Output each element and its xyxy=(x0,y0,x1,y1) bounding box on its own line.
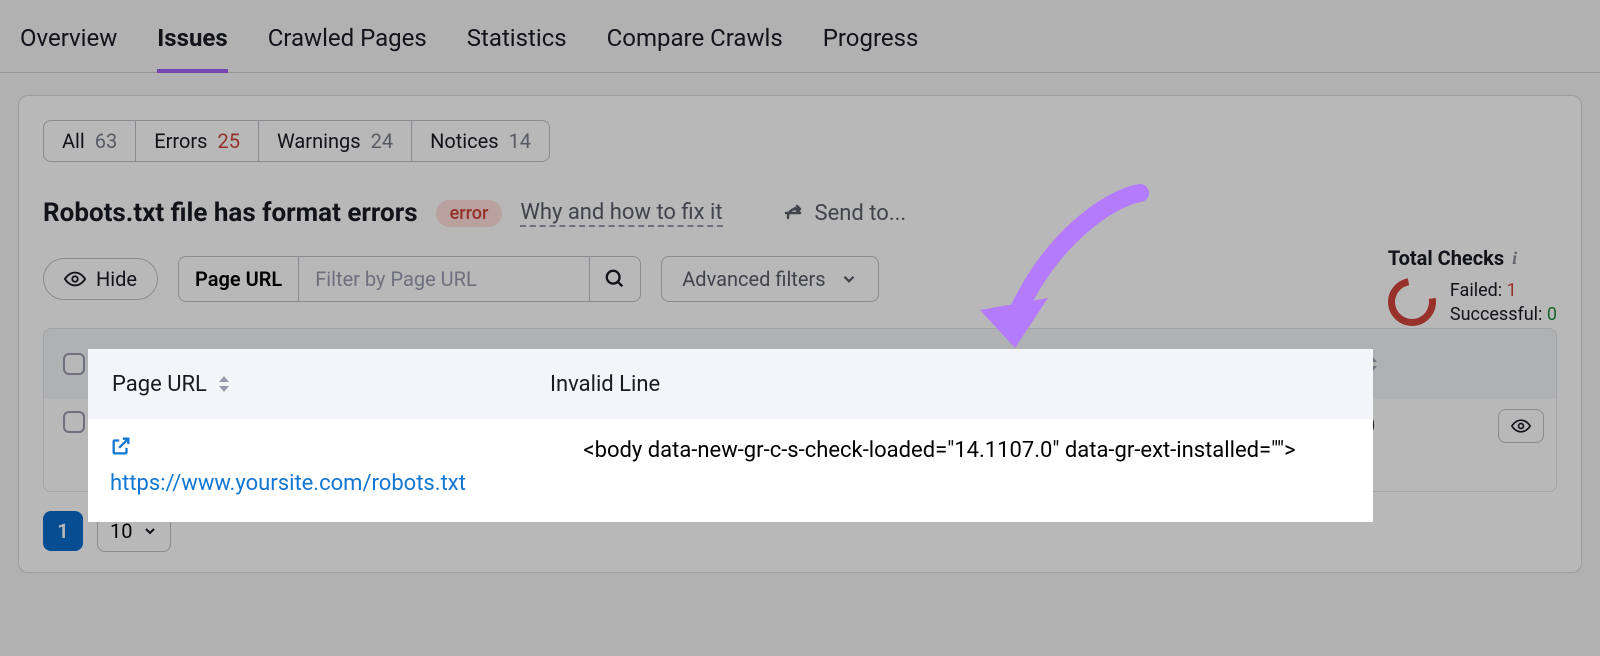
highlight-callout: Page URL Invalid Line https://www.yoursi… xyxy=(88,349,1373,522)
filter-notices-count: 14 xyxy=(509,129,531,153)
successful-line: Successful: 0 xyxy=(1450,304,1557,325)
page-1-button[interactable]: 1 xyxy=(43,511,83,551)
hl-row: https://www.yoursite.com/robots.txt <bod… xyxy=(88,419,1373,522)
eye-icon xyxy=(1509,416,1533,436)
failed-label: Failed: xyxy=(1450,280,1502,301)
severity-badge: error xyxy=(436,200,503,227)
filter-warnings-label: Warnings xyxy=(277,129,361,153)
filter-errors-label: Errors xyxy=(154,129,207,153)
send-to-button[interactable]: Send to... xyxy=(781,201,907,226)
url-filter-group: Page URL xyxy=(178,256,641,302)
filter-errors[interactable]: Errors 25 xyxy=(136,121,259,161)
filter-notices[interactable]: Notices 14 xyxy=(412,121,549,161)
total-checks-label: Total Checks xyxy=(1388,246,1504,270)
info-icon[interactable]: i xyxy=(1512,248,1517,269)
advanced-filters-label: Advanced filters xyxy=(682,267,825,291)
total-checks-heading: Total Checks i xyxy=(1388,246,1557,270)
controls-row: Hide Page URL Advanced filters xyxy=(43,256,1557,302)
advanced-filters-button[interactable]: Advanced filters xyxy=(661,256,878,302)
progress-ring-icon xyxy=(1378,269,1445,336)
hide-label: Hide xyxy=(96,267,137,291)
failed-line: Failed: 1 xyxy=(1450,280,1557,301)
filter-errors-count: 25 xyxy=(218,129,240,153)
tab-statistics[interactable]: Statistics xyxy=(467,24,567,72)
filter-all[interactable]: All 63 xyxy=(44,121,136,161)
why-and-how-link[interactable]: Why and how to fix it xyxy=(520,200,722,227)
issue-header: Robots.txt file has format errors error … xyxy=(43,198,1557,228)
external-link-icon[interactable] xyxy=(110,435,132,457)
filter-all-label: All xyxy=(62,129,85,153)
url-filter-input[interactable] xyxy=(299,257,589,301)
failed-value: 1 xyxy=(1507,280,1517,301)
page-size-value: 10 xyxy=(110,519,132,543)
successful-label: Successful: xyxy=(1450,304,1543,325)
total-checks-block: Total Checks i Failed: 1 Successful: 0 xyxy=(1388,246,1557,326)
filter-all-count: 63 xyxy=(95,129,117,153)
tab-overview[interactable]: Overview xyxy=(20,24,117,72)
chevron-down-icon xyxy=(840,270,858,288)
hide-button[interactable]: Hide xyxy=(43,258,158,300)
view-button[interactable] xyxy=(1498,409,1544,443)
filter-warnings[interactable]: Warnings 24 xyxy=(259,121,412,161)
share-arrow-icon xyxy=(781,201,805,225)
hl-col-page-url-label: Page URL xyxy=(112,372,207,397)
tab-issues[interactable]: Issues xyxy=(157,24,227,72)
select-all-checkbox[interactable] xyxy=(63,353,85,375)
issue-type-filter: All 63 Errors 25 Warnings 24 Notices 14 xyxy=(43,120,550,162)
hl-col-page-url[interactable]: Page URL xyxy=(88,372,528,397)
filter-warnings-count: 24 xyxy=(371,129,393,153)
send-to-label: Send to... xyxy=(815,201,907,226)
url-filter-label: Page URL xyxy=(179,257,299,301)
issue-title: Robots.txt file has format errors xyxy=(43,198,418,228)
sort-icon xyxy=(217,375,231,393)
tab-compare-crawls[interactable]: Compare Crawls xyxy=(607,24,783,72)
tab-crawled-pages[interactable]: Crawled Pages xyxy=(268,24,427,72)
row-checkbox[interactable] xyxy=(63,411,85,433)
filter-notices-label: Notices xyxy=(430,129,498,153)
nav-tabs: Overview Issues Crawled Pages Statistics… xyxy=(0,0,1600,73)
successful-value: 0 xyxy=(1547,304,1557,325)
tab-progress[interactable]: Progress xyxy=(823,24,919,72)
hl-page-url-link[interactable]: https://www.yoursite.com/robots.txt xyxy=(110,471,466,496)
search-button[interactable] xyxy=(589,257,640,301)
eye-icon xyxy=(64,268,86,290)
chevron-down-icon xyxy=(142,523,158,539)
hl-col-invalid[interactable]: Invalid Line xyxy=(528,372,1373,397)
hl-invalid-cell: <body data-new-gr-c-s-check-loaded="14.1… xyxy=(528,435,1351,500)
search-icon xyxy=(604,268,626,290)
